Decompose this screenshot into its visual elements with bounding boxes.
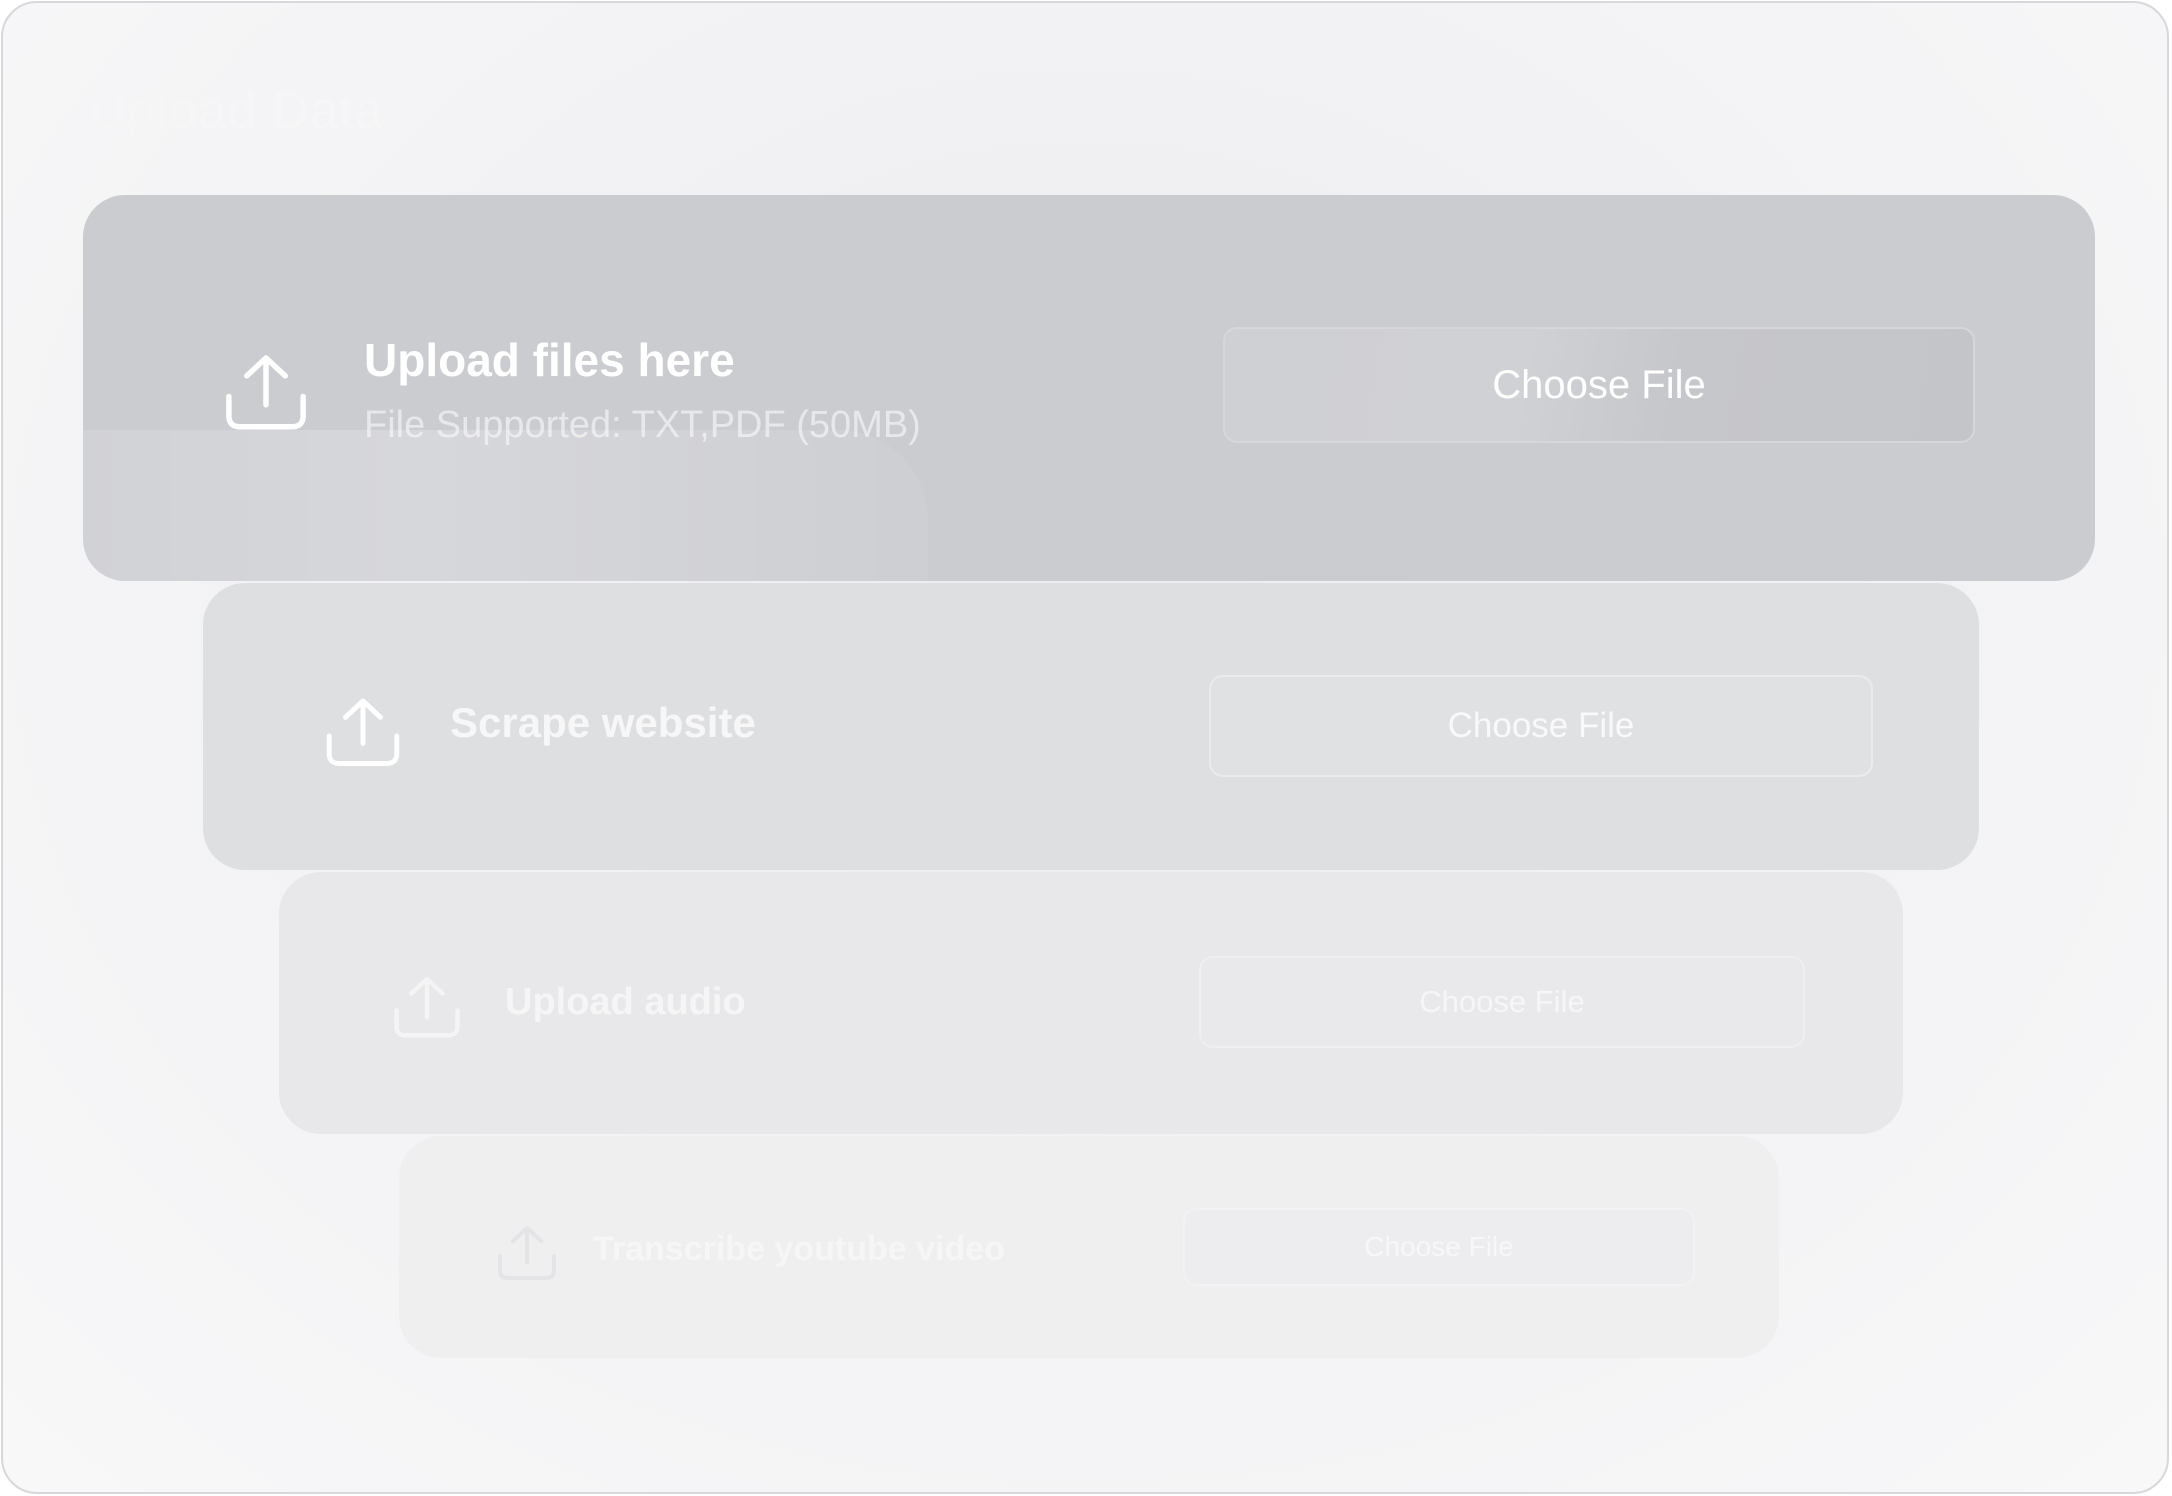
- choose-file-button[interactable]: Choose File: [1183, 1208, 1695, 1286]
- card-title: Transcribe youtube video: [593, 1230, 1005, 1268]
- upload-data-window: Upload Data Transcribe youtube video Cho…: [1, 1, 2169, 1494]
- upload-card-audio[interactable]: Upload audio Choose File: [279, 872, 1903, 1134]
- upload-card-youtube[interactable]: Transcribe youtube video Choose File: [399, 1136, 1779, 1358]
- supported-files-text: File Supported: TXT,PDF (50MB): [364, 404, 921, 446]
- card-title: Upload audio: [505, 981, 746, 1023]
- card-title: Upload files here: [364, 334, 735, 386]
- choose-file-button[interactable]: Choose File: [1209, 675, 1873, 777]
- card-decoration: [83, 430, 928, 581]
- upload-icon: [394, 976, 460, 1038]
- card-title: Scrape website: [450, 699, 756, 746]
- upload-icon: [326, 698, 400, 766]
- page-title: Upload Data: [89, 82, 384, 140]
- upload-icon: [226, 355, 306, 430]
- choose-file-button[interactable]: Choose File: [1223, 327, 1975, 443]
- upload-card-scrape-website[interactable]: Scrape website Choose File: [203, 583, 1979, 870]
- upload-icon: [498, 1226, 556, 1280]
- upload-card-files[interactable]: Upload files here File Supported: TXT,PD…: [83, 195, 2095, 581]
- choose-file-button[interactable]: Choose File: [1199, 956, 1805, 1048]
